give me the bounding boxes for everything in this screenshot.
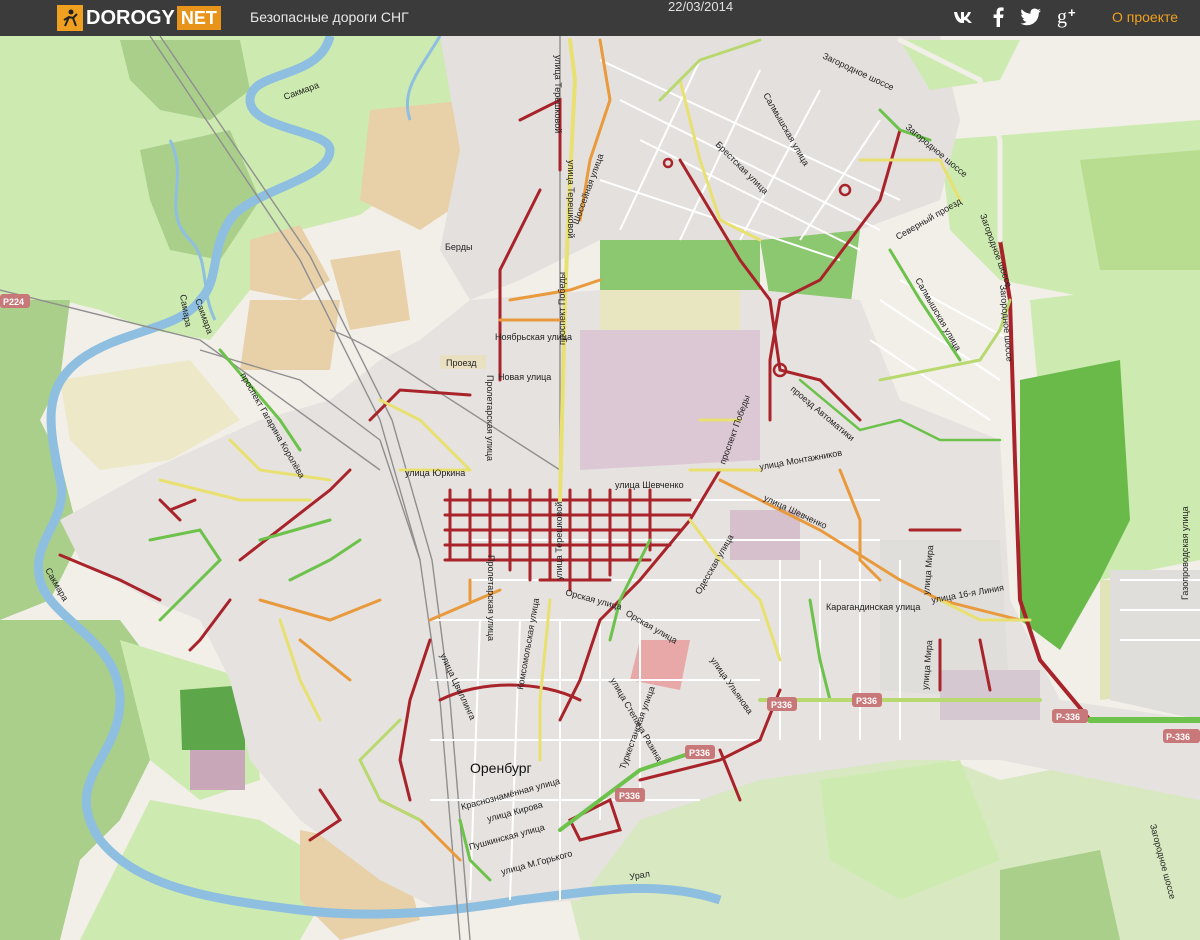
street-novaya: Новая улица — [498, 372, 551, 382]
site-logo[interactable]: DOROGY NET — [57, 5, 221, 31]
street-proletarskaya-2: Пролетарская улица — [486, 555, 496, 641]
facebook-icon[interactable] — [988, 6, 1008, 28]
shield-p336-d: P336 — [619, 791, 640, 801]
street-pr-pobedy-1: проспект Победы — [557, 272, 567, 345]
google-plus-icon[interactable]: g + — [1054, 6, 1084, 28]
street-terekhova-2: улица Терешковой — [566, 160, 576, 238]
logo-suffix: NET — [176, 6, 221, 30]
proezd-label: Проезд — [446, 358, 477, 368]
svg-text:+: + — [1068, 6, 1076, 20]
street-karagandinskaya: Карагандинская улица — [826, 602, 920, 612]
logo-text: DOROGY — [86, 6, 175, 29]
shield-p336-a: P336 — [771, 700, 792, 710]
city-label: Оренбург — [470, 760, 532, 776]
shield-p336-c: P336 — [689, 748, 710, 758]
shield-p336-e: P-336 — [1056, 712, 1080, 722]
map-svg[interactable]: Оренбург Берды Проезд Сакмара Сакмара Са… — [0, 36, 1200, 940]
about-project-link[interactable]: О проекте — [1112, 9, 1178, 25]
site-tagline: Безопасные дороги СНГ — [250, 9, 409, 25]
shield-p336-f: P-336 — [1166, 732, 1190, 742]
berdy-label: Берды — [445, 242, 472, 252]
shield-p336-b: P336 — [856, 696, 877, 706]
map-canvas[interactable]: Оренбург Берды Проезд Сакмара Сакмара Са… — [0, 36, 1200, 940]
vk-icon[interactable] — [952, 6, 976, 28]
street-gazoprovodskaya: Газопроводская улица — [1180, 506, 1190, 600]
street-proletarskaya-1: Пролетарская улица — [485, 375, 495, 461]
map-date: 22/03/2014 — [668, 0, 734, 14]
street-terekhova-1: улица Терешковой — [553, 55, 563, 133]
top-bar: DOROGY NET Безопасные дороги СНГ 22/03/2… — [0, 0, 1200, 36]
svg-text:g: g — [1057, 6, 1067, 28]
street-yurkina: улица Юркина — [405, 468, 465, 478]
shield-p224: P224 — [3, 297, 24, 307]
street-terekhova-3: улица Терешковой — [554, 502, 564, 580]
road-worker-icon — [57, 5, 83, 31]
twitter-icon[interactable] — [1018, 6, 1044, 28]
street-shevchenko-1: улица Шевченко — [615, 480, 684, 490]
